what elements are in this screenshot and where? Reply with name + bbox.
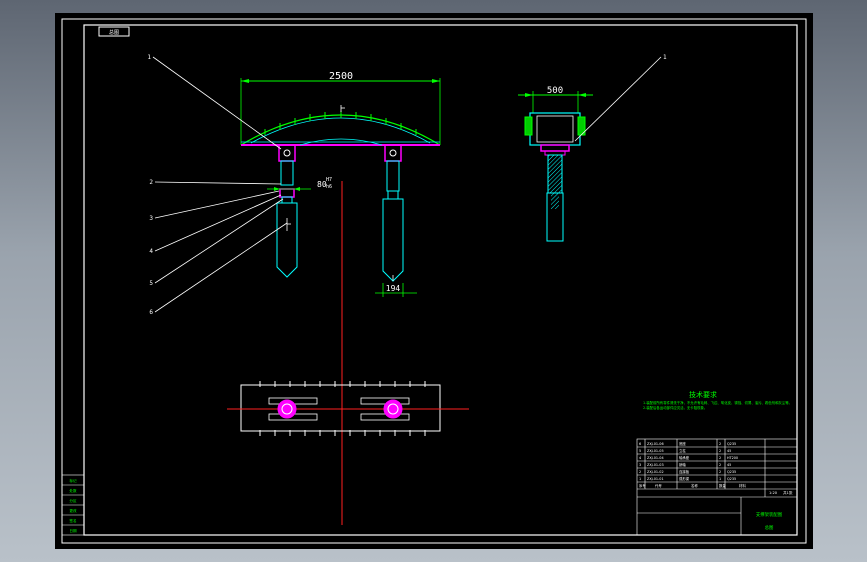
dim-post-tol-lower: h6 [326,184,332,190]
svg-text:立柱: 立柱 [679,448,686,453]
drawing-canvas: 总图 2500 80 H7 h6 194 1 2 3 4 5 6 500 1 技… [61,18,807,544]
svg-text:数量: 数量 [719,483,726,488]
strip-cell-1: 标记 [69,478,77,483]
dim-side-text: 500 [547,86,563,96]
svg-text:HT200: HT200 [727,456,738,460]
left-post [276,144,298,278]
post-left-top [277,399,297,419]
leader-label-3: 3 [149,215,153,222]
svg-text:Q235: Q235 [727,477,736,481]
leader-label-4: 4 [149,248,153,255]
dim-post-tol-upper: H7 [326,177,332,183]
svg-text:3: 3 [639,463,641,467]
cad-viewport[interactable]: 总图 2500 80 H7 h6 194 1 2 3 4 5 6 500 1 技… [55,13,813,549]
svg-text:4: 4 [639,456,641,460]
svg-text:ZXJ-01-02: ZXJ-01-02 [647,470,664,474]
svg-text:底座: 底座 [679,441,686,446]
strip-cell-5: 签名 [69,518,77,523]
arch-outer [240,114,441,146]
svg-text:序号: 序号 [639,483,646,488]
svg-text:Q235: Q235 [727,442,736,446]
scale-text: 1:20 [769,491,778,495]
svg-text:轴承座: 轴承座 [679,455,690,460]
side-leader-label: 1 [663,54,667,61]
svg-text:2: 2 [719,442,721,446]
svg-text:ZXJ-01-01: ZXJ-01-01 [647,477,664,481]
svg-text:代号: 代号 [655,483,662,488]
notes-title: 技术要求 [689,390,717,399]
strip-cell-3: 分区 [69,498,77,503]
strip-cell-2: 处数 [69,488,77,493]
inner-frame [83,24,798,536]
side-view: 500 1 [518,54,667,242]
svg-text:45: 45 [727,463,731,467]
svg-text:2: 2 [639,470,641,474]
side-leader-line [574,56,662,142]
svg-text:2: 2 [719,470,721,474]
svg-text:ZXJ-01-06: ZXJ-01-06 [647,442,664,446]
leader-label-5: 5 [149,280,153,287]
bom-table: 6 ZXJ-01-06 底座 2 Q235 5 ZXJ-01-05 立柱 2 4… [639,441,746,488]
svg-text:弧形梁: 弧形梁 [679,476,690,481]
svg-text:2: 2 [719,456,721,460]
top-view [227,381,469,436]
right-post [382,144,404,282]
left-revision-strip [61,474,85,536]
leader-lines [152,56,288,313]
svg-text:ZXJ-01-04: ZXJ-01-04 [647,456,664,460]
svg-text:2: 2 [719,463,721,467]
post-right-top [383,399,403,419]
svg-text:销轴: 销轴 [679,462,686,467]
svg-text:6: 6 [639,442,641,446]
svg-text:2: 2 [719,449,721,453]
svg-text:5: 5 [639,449,641,453]
outer-frame [61,18,807,544]
svg-text:Q235: Q235 [727,470,736,474]
notes-line-1: 1.装配前所有零件清洗干净，不允许有毛刺、飞边、氧化皮、锈蚀、切屑、油污、着色剂… [643,401,793,405]
svg-text:1: 1 [639,477,641,481]
arrow-left [241,79,249,83]
arrow-right [432,79,440,83]
sheet-count-text: 共1张 [783,490,793,495]
svg-text:材料: 材料 [739,483,746,488]
drawing-number: 总图 [765,524,774,531]
svg-text:45: 45 [727,449,731,453]
svg-text:名称: 名称 [691,483,698,488]
front-view: 2500 80 H7 h6 194 1 2 3 4 5 6 [147,54,441,525]
svg-text:连接板: 连接板 [679,469,690,474]
technical-notes: 技术要求 1.装配前所有零件清洗干净，不允许有毛刺、飞边、氧化皮、锈蚀、切屑、油… [643,390,793,410]
leader-label-6: 6 [149,309,153,316]
strip-cell-4: 更改 [69,508,77,513]
drawing-name: 支撑架装配图 [756,511,783,518]
leader-label-2: 2 [149,179,153,186]
leader-label-1: 1 [147,54,151,61]
svg-text:ZXJ-01-05: ZXJ-01-05 [647,449,664,453]
tag-text: 总图 [109,29,119,36]
strip-cell-6: 日期 [69,528,77,533]
dim-foot-text: 194 [386,284,401,293]
svg-text:1: 1 [719,477,721,481]
svg-text:ZXJ-01-03: ZXJ-01-03 [647,463,664,467]
notes-line-2: 2.装配后各运动部件应灵活，无卡阻现象。 [643,405,708,410]
dim-width-text: 2500 [329,71,353,82]
